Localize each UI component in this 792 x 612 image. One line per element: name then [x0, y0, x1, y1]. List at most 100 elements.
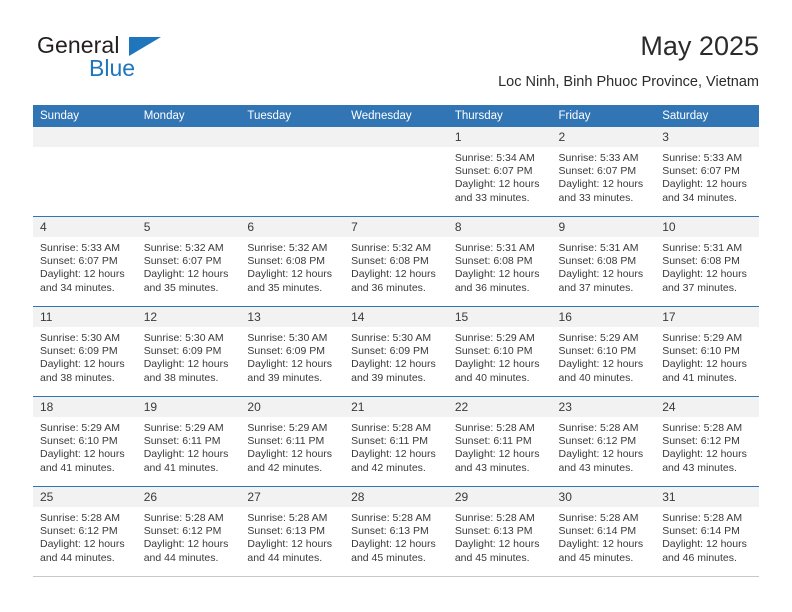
- daylight-text-line2: and 42 minutes.: [351, 461, 426, 474]
- day-details: Sunrise: 5:30 AM Sunset: 6:09 PM Daylight:…: [240, 327, 344, 385]
- sunrise-text: Sunrise: 5:30 AM: [351, 332, 432, 344]
- calendar-day-cell[interactable]: 22 Sunrise: 5:28 AM Sunset: 6:11 PM Dayligh…: [447, 396, 552, 487]
- sunset-text: Sunset: 6:12 PM: [143, 525, 222, 538]
- calendar-day-cell[interactable]: 20 Sunrise: 5:29 AM Sunset: 6:11 PM Dayligh…: [240, 396, 345, 487]
- calendar-day-cell[interactable]: 15 Sunrise: 5:29 AM Sunset: 6:10 PM Dayligh…: [447, 306, 552, 397]
- calendar-day-cell[interactable]: 24 Sunrise: 5:28 AM Sunset: 6:12 PM Dayligh…: [655, 396, 759, 487]
- calendar-week-row: 1 Sunrise: 5:34 AM Sunset: 6:07 PM Daylight…: [33, 127, 759, 217]
- day-number: 22: [447, 397, 552, 417]
- daylight-text-line1: Daylight: 12 hours: [558, 268, 644, 281]
- day-details: Sunrise: 5:28 AM Sunset: 6:13 PM Daylight:…: [344, 507, 448, 565]
- day-details: Sunrise: 5:30 AM Sunset: 6:09 PM Daylight:…: [344, 327, 448, 385]
- sunset-text: Sunset: 6:11 PM: [143, 435, 221, 448]
- calendar-day-cell[interactable]: 25 Sunrise: 5:28 AM Sunset: 6:12 PM Dayligh…: [33, 486, 137, 577]
- daylight-text-line1: Daylight: 12 hours: [351, 448, 436, 461]
- day-details: Sunrise: 5:31 AM Sunset: 6:08 PM Daylight:…: [655, 237, 759, 295]
- calendar-day-cell[interactable]: 4 Sunrise: 5:33 AM Sunset: 6:07 PM Daylight…: [33, 216, 137, 307]
- day-number: 10: [655, 217, 759, 237]
- calendar-day-cell[interactable]: 18 Sunrise: 5:29 AM Sunset: 6:10 PM Dayligh…: [33, 396, 137, 487]
- day-number: 29: [447, 487, 552, 507]
- weekday-header-saturday: Saturday: [655, 105, 759, 127]
- weekday-header-friday: Friday: [551, 105, 656, 127]
- sunrise-text: Sunrise: 5:28 AM: [662, 512, 743, 524]
- sunset-text: Sunset: 6:12 PM: [558, 435, 637, 448]
- daylight-text-line2: and 41 minutes.: [143, 461, 219, 474]
- daylight-text-line2: and 44 minutes.: [247, 551, 323, 564]
- daylight-text-line1: Daylight: 12 hours: [247, 448, 333, 461]
- weekday-header-monday: Monday: [136, 105, 241, 127]
- sunset-text: Sunset: 6:10 PM: [454, 345, 533, 358]
- day-details: Sunrise: 5:28 AM Sunset: 6:12 PM Daylight:…: [552, 417, 656, 475]
- calendar-day-cell[interactable]: 17 Sunrise: 5:29 AM Sunset: 6:10 PM Dayligh…: [655, 306, 759, 397]
- daylight-text-line2: and 43 minutes.: [558, 461, 634, 474]
- day-number: 18: [33, 397, 137, 417]
- daylight-text-line2: and 43 minutes.: [662, 461, 737, 474]
- daylight-text-line2: and 34 minutes.: [40, 281, 115, 294]
- calendar-day-cell[interactable]: 11 Sunrise: 5:30 AM Sunset: 6:09 PM Dayligh…: [33, 306, 137, 397]
- calendar-day-cell[interactable]: 26 Sunrise: 5:28 AM Sunset: 6:12 PM Dayligh…: [136, 486, 241, 577]
- calendar-day-cell[interactable]: 29 Sunrise: 5:28 AM Sunset: 6:13 PM Dayligh…: [447, 486, 552, 577]
- calendar-day-cell[interactable]: 19 Sunrise: 5:29 AM Sunset: 6:11 PM Dayligh…: [136, 396, 241, 487]
- daylight-text-line2: and 35 minutes.: [247, 281, 323, 294]
- daylight-text-line2: and 38 minutes.: [143, 371, 219, 384]
- calendar-day-cell[interactable]: 6 Sunrise: 5:32 AM Sunset: 6:08 PM Daylight…: [240, 216, 345, 307]
- sunrise-text: Sunrise: 5:32 AM: [143, 242, 224, 254]
- day-number: 5: [136, 217, 241, 237]
- calendar-day-cell[interactable]: 14 Sunrise: 5:30 AM Sunset: 6:09 PM Dayligh…: [344, 306, 448, 397]
- day-number: 28: [344, 487, 448, 507]
- calendar-day-cell[interactable]: 12 Sunrise: 5:30 AM Sunset: 6:09 PM Dayligh…: [136, 306, 241, 397]
- calendar-bottom-border: [33, 576, 759, 577]
- daylight-text-line2: and 37 minutes.: [662, 281, 737, 294]
- calendar-day-cell[interactable]: 1 Sunrise: 5:34 AM Sunset: 6:07 PM Daylight…: [447, 127, 552, 217]
- calendar-week-row: 4 Sunrise: 5:33 AM Sunset: 6:07 PM Daylight…: [33, 216, 759, 307]
- calendar-day-cell[interactable]: 27 Sunrise: 5:28 AM Sunset: 6:13 PM Dayligh…: [240, 486, 345, 577]
- calendar-day-cell[interactable]: 10 Sunrise: 5:31 AM Sunset: 6:08 PM Dayligh…: [655, 216, 759, 307]
- daylight-text-line2: and 41 minutes.: [662, 371, 737, 384]
- calendar-day-cell[interactable]: 16 Sunrise: 5:29 AM Sunset: 6:10 PM Dayligh…: [551, 306, 656, 397]
- calendar-day-cell[interactable]: 2 Sunrise: 5:33 AM Sunset: 6:07 PM Daylight…: [551, 127, 656, 217]
- sunset-text: Sunset: 6:08 PM: [247, 255, 326, 268]
- calendar-day-cell[interactable]: 8 Sunrise: 5:31 AM Sunset: 6:08 PM Daylight…: [447, 216, 552, 307]
- day-details: Sunrise: 5:29 AM Sunset: 6:10 PM Daylight:…: [655, 327, 759, 385]
- daylight-text-line1: Daylight: 12 hours: [247, 268, 333, 281]
- calendar-bottom-border-cell: [240, 576, 345, 577]
- calendar-day-cell[interactable]: 31 Sunrise: 5:28 AM Sunset: 6:14 PM Dayligh…: [655, 486, 759, 577]
- daylight-text-line2: and 43 minutes.: [454, 461, 530, 474]
- calendar-day-cell[interactable]: 3 Sunrise: 5:33 AM Sunset: 6:07 PM Daylight…: [655, 127, 759, 217]
- weekday-header-sunday: Sunday: [33, 105, 137, 127]
- logo-triangle-icon: [129, 37, 161, 56]
- day-details: Sunrise: 5:28 AM Sunset: 6:13 PM Daylight:…: [240, 507, 344, 565]
- day-details: Sunrise: 5:33 AM Sunset: 6:07 PM Daylight:…: [655, 147, 759, 205]
- sunset-text: Sunset: 6:13 PM: [247, 525, 326, 538]
- calendar-day-cell[interactable]: 13 Sunrise: 5:30 AM Sunset: 6:09 PM Dayligh…: [240, 306, 345, 397]
- daylight-text-line1: Daylight: 12 hours: [351, 268, 436, 281]
- day-number: 20: [240, 397, 345, 417]
- calendar-day-cell[interactable]: 23 Sunrise: 5:28 AM Sunset: 6:12 PM Dayligh…: [551, 396, 656, 487]
- day-number: [344, 127, 448, 147]
- daylight-text-line2: and 44 minutes.: [143, 551, 219, 564]
- day-details: Sunrise: 5:29 AM Sunset: 6:10 PM Daylight:…: [552, 327, 656, 385]
- calendar-day-cell[interactable]: 30 Sunrise: 5:28 AM Sunset: 6:14 PM Dayligh…: [551, 486, 656, 577]
- day-number: 3: [655, 127, 759, 147]
- general-blue-logo[interactable]: General Blue: [33, 32, 253, 92]
- day-details: Sunrise: 5:28 AM Sunset: 6:13 PM Daylight:…: [448, 507, 552, 565]
- calendar-day-cell[interactable]: 7 Sunrise: 5:32 AM Sunset: 6:08 PM Daylight…: [344, 216, 448, 307]
- weekday-header-wednesday: Wednesday: [344, 105, 448, 127]
- sunrise-text: Sunrise: 5:28 AM: [351, 512, 432, 524]
- calendar-day-cell[interactable]: 5 Sunrise: 5:32 AM Sunset: 6:07 PM Daylight…: [136, 216, 241, 307]
- sunrise-text: Sunrise: 5:31 AM: [662, 242, 743, 254]
- sunrise-text: Sunrise: 5:29 AM: [143, 422, 224, 434]
- day-number: 12: [136, 307, 241, 327]
- calendar-day-cell[interactable]: 9 Sunrise: 5:31 AM Sunset: 6:08 PM Daylight…: [551, 216, 656, 307]
- title-block: May 2025 Loc Ninh, Binh Phuoc Province, …: [498, 30, 759, 92]
- day-number: [240, 127, 345, 147]
- sunset-text: Sunset: 6:07 PM: [662, 165, 740, 178]
- day-number: 7: [344, 217, 448, 237]
- calendar-bottom-border-cell: [33, 576, 137, 577]
- calendar-day-cell[interactable]: 28 Sunrise: 5:28 AM Sunset: 6:13 PM Dayligh…: [344, 486, 448, 577]
- weekday-header-thursday: Thursday: [447, 105, 552, 127]
- sunrise-text: Sunrise: 5:28 AM: [558, 512, 639, 524]
- daylight-text-line2: and 45 minutes.: [351, 551, 426, 564]
- sunset-text: Sunset: 6:14 PM: [558, 525, 637, 538]
- calendar-day-cell[interactable]: 21 Sunrise: 5:28 AM Sunset: 6:11 PM Dayligh…: [344, 396, 448, 487]
